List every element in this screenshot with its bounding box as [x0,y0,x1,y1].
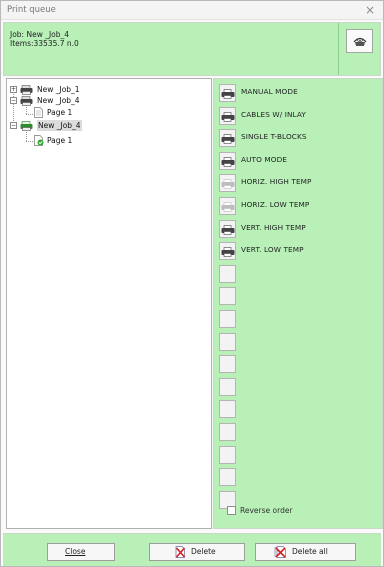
tree-connector [26,132,27,141]
window-title: Print queue [7,5,56,15]
close-window-icon[interactable]: × [365,3,375,17]
print-mode-slot-button[interactable] [219,106,236,125]
printer-small-icon [221,111,235,122]
print-mode-label: VERT. LOW TEMP [241,245,304,255]
delete-all-button-label: Delete all [292,547,328,556]
tree-node-label: New _Job_1 [37,85,80,94]
items-count-text: Items:33535.7 n.0 [10,39,79,48]
print-mode-slot-button[interactable] [219,468,236,487]
reverse-order-checkbox[interactable] [227,506,236,515]
delete-button-label: Delete [191,547,216,556]
print-mode-label: VERT. HIGH TEMP [241,222,306,232]
print-queue-window: Print queue × Job: New _Job_4 Items:3353… [0,0,384,567]
printer-job-icon [20,96,33,106]
reverse-order-label: Reverse order [240,506,293,515]
tree-node-label: Page 1 [47,108,73,117]
delete-page-icon [175,546,186,558]
printer-small-icon [221,224,235,235]
print-mode-slot-button[interactable] [219,219,236,238]
job-info-header: Job: New _Job_4 Items:33535.7 n.0 [3,22,381,76]
print-modes-panel: MANUAL MODE CABLES W/ INLAY SINGLE T-BLOCK… [213,78,383,529]
header-divider [338,23,339,75]
print-mode-slot-button[interactable] [219,355,236,374]
print-mode-slot-button[interactable] [219,423,236,441]
collapse-icon[interactable]: − [10,122,17,129]
print-mode-slot-button[interactable] [219,287,236,306]
print-mode-slot-button[interactable] [219,151,236,170]
close-button-label: Close [65,547,86,556]
printer-eye-icon [353,37,367,46]
tree-node-label: New _Job_4 [37,120,82,131]
printer-small-icon [221,202,235,212]
printer-job-green-icon [20,121,33,131]
job-name-text: Job: New _Job_4 [10,30,70,39]
page-icon [34,107,43,118]
tree-connector [26,141,33,142]
print-mode-slot-button[interactable] [219,264,236,283]
print-mode-slot-button[interactable] [219,242,236,261]
print-mode-slot-button[interactable] [219,400,236,419]
tree-node-page-printed[interactable]: Page 1 [34,135,114,146]
job-tree[interactable]: + New _Job_1 − New _Job_4 Page 1 − New _… [6,78,212,529]
delete-all-pages-icon [274,546,286,558]
print-mode-slot-button[interactable] [219,84,236,102]
close-button[interactable]: Close [47,543,115,561]
print-mode-label: SINGLE T-BLOCKS [241,132,307,142]
delete-button[interactable]: Delete [149,543,245,561]
printer-job-icon [20,85,33,95]
printer-small-icon [221,179,235,190]
tree-node-label: New _Job_4 [37,96,80,105]
print-preview-button[interactable] [346,29,373,53]
print-mode-slot-button[interactable] [219,377,236,396]
footer-bar: Close Delete Delete all [3,533,381,566]
print-mode-label: HORIZ. HIGH TEMP [241,177,312,187]
print-mode-label: MANUAL MODE [241,87,298,96]
printer-small-icon [221,89,235,99]
delete-all-button[interactable]: Delete all [255,543,356,561]
print-mode-slot-button[interactable] [219,310,236,328]
printer-small-icon [221,247,235,257]
page-check-icon [34,135,44,146]
collapse-icon[interactable]: − [10,97,17,104]
printer-small-icon [221,156,235,167]
print-mode-label: AUTO MODE [241,154,288,164]
tree-node-job-4-selected[interactable]: − New _Job_4 [10,120,110,131]
title-bar: Print queue × [1,1,383,20]
tree-node-page[interactable]: Page 1 [34,107,114,118]
tree-node-job-4[interactable]: − New _Job_4 [10,95,110,106]
expand-icon[interactable]: + [10,86,17,93]
print-mode-slot-button[interactable] [219,129,236,148]
print-mode-label: CABLES W/ INLAY [241,109,306,119]
print-mode-slot-button[interactable] [219,174,236,193]
tree-node-job-1[interactable]: + New _Job_1 [10,84,110,95]
printer-small-icon [221,134,235,144]
print-mode-slot-button[interactable] [219,197,236,215]
print-mode-slot-button[interactable] [219,445,236,464]
tree-node-label: Page 1 [47,136,73,145]
tree-connector [26,114,33,115]
print-mode-slot-button[interactable] [219,332,236,351]
print-mode-label: HORIZ. LOW TEMP [241,200,310,209]
